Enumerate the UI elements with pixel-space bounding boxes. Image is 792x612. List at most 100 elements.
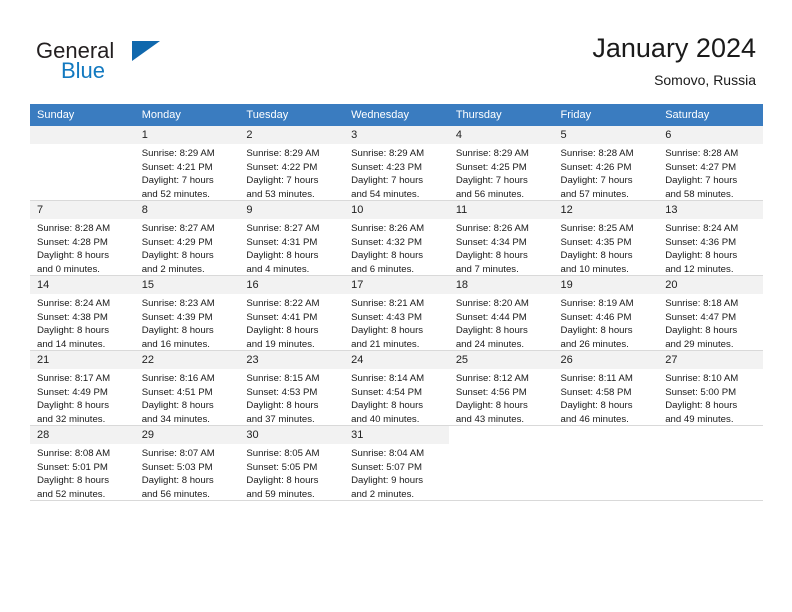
daylight-text-line1: Daylight: 7 hours [665, 175, 738, 187]
calendar-day-cell[interactable] [30, 126, 135, 201]
calendar-day-cell[interactable]: 7 Sunrise: 8:28 AM Sunset: 4:28 PM Dayli… [30, 201, 135, 276]
calendar-week-row: 7 Sunrise: 8:28 AM Sunset: 4:28 PM Dayli… [30, 201, 763, 276]
sunrise-text: Sunrise: 8:21 AM [351, 298, 425, 309]
sunset-text: Sunset: 5:01 PM [37, 461, 108, 473]
calendar-week-row: 14 Sunrise: 8:24 AM Sunset: 4:38 PM Dayl… [30, 276, 763, 351]
daylight-text-line1: Daylight: 8 hours [665, 325, 738, 337]
calendar-day-cell[interactable]: 13 Sunrise: 8:24 AM Sunset: 4:36 PM Dayl… [658, 201, 763, 276]
calendar-day-cell[interactable]: 20 Sunrise: 8:18 AM Sunset: 4:47 PM Dayl… [658, 276, 763, 351]
calendar-day-cell[interactable]: 24 Sunrise: 8:14 AM Sunset: 4:54 PM Dayl… [344, 351, 449, 426]
calendar-day-cell[interactable]: 27 Sunrise: 8:10 AM Sunset: 5:00 PM Dayl… [658, 351, 763, 426]
daylight-text-line2: and 52 minutes. [37, 488, 106, 500]
daylight-text-line2: and 26 minutes. [560, 338, 629, 350]
calendar-day-cell[interactable]: 23 Sunrise: 8:15 AM Sunset: 4:53 PM Dayl… [239, 351, 345, 426]
sunrise-text: Sunrise: 8:27 AM [246, 223, 320, 234]
sunrise-text: Sunrise: 8:05 AM [246, 448, 320, 459]
sunrise-text: Sunrise: 8:29 AM [351, 148, 425, 159]
sunrise-text: Sunrise: 8:26 AM [455, 223, 529, 234]
sunset-text: Sunset: 4:31 PM [246, 236, 318, 248]
daylight-text-line2: and 56 minutes. [455, 188, 525, 200]
calendar-day-cell[interactable]: 19 Sunrise: 8:19 AM Sunset: 4:46 PM Dayl… [553, 276, 659, 351]
calendar-day-cell[interactable]: 11 Sunrise: 8:26 AM Sunset: 4:34 PM Dayl… [448, 201, 554, 276]
calendar-day-cell[interactable]: 4 Sunrise: 8:29 AM Sunset: 4:25 PM Dayli… [448, 126, 554, 201]
sunset-text: Sunset: 4:35 PM [560, 236, 632, 248]
calendar-day-cell[interactable]: 9 Sunrise: 8:27 AM Sunset: 4:31 PM Dayli… [239, 201, 345, 276]
daylight-text-line2: and 52 minutes. [141, 188, 210, 200]
sunset-text: Sunset: 4:23 PM [351, 161, 423, 173]
calendar-day-cell[interactable]: 18 Sunrise: 8:20 AM Sunset: 4:44 PM Dayl… [448, 276, 554, 351]
calendar-day-cell-empty [448, 426, 554, 501]
day-number: 21 [30, 351, 135, 369]
calendar-day-cell[interactable]: 21 Sunrise: 8:17 AM Sunset: 4:49 PM Dayl… [30, 351, 135, 426]
calendar-day-cell[interactable]: 10 Sunrise: 8:26 AM Sunset: 4:32 PM Dayl… [344, 201, 449, 276]
sunset-text: Sunset: 4:46 PM [560, 311, 632, 323]
daylight-text-line2: and 54 minutes. [351, 188, 420, 200]
daylight-text-line2: and 53 minutes. [246, 188, 315, 200]
daylight-text-line1: Daylight: 8 hours [246, 475, 319, 487]
daylight-text-line1: Daylight: 8 hours [37, 400, 109, 412]
sunset-text: Sunset: 4:29 PM [141, 236, 213, 248]
daylight-text-line1: Daylight: 8 hours [351, 400, 424, 412]
daylight-text-line1: Daylight: 8 hours [246, 325, 319, 337]
sunrise-text: Sunrise: 8:26 AM [351, 223, 425, 234]
calendar-day-cell[interactable]: 14 Sunrise: 8:24 AM Sunset: 4:38 PM Dayl… [30, 276, 135, 351]
day-number: 19 [553, 276, 659, 294]
calendar-day-cell[interactable]: 25 Sunrise: 8:12 AM Sunset: 4:56 PM Dayl… [448, 351, 554, 426]
daylight-text-line2: and 46 minutes. [560, 413, 629, 425]
day-number: 30 [239, 426, 345, 444]
weekday-header-monday: Monday [134, 104, 240, 126]
calendar-day-cell[interactable]: 16 Sunrise: 8:22 AM Sunset: 4:41 PM Dayl… [239, 276, 345, 351]
weekday-header-wednesday: Wednesday [344, 104, 449, 126]
sunrise-text: Sunrise: 8:17 AM [37, 373, 111, 384]
day-details: Sunrise: 8:24 AM Sunset: 4:36 PM Dayligh… [658, 219, 763, 276]
day-number: 2 [239, 126, 345, 144]
sunset-text: Sunset: 4:28 PM [37, 236, 108, 248]
calendar-day-cell[interactable]: 2 Sunrise: 8:29 AM Sunset: 4:22 PM Dayli… [239, 126, 345, 201]
daylight-text-line2: and 56 minutes. [141, 488, 210, 500]
logo-triangle-icon [132, 41, 160, 61]
calendar-day-cell[interactable]: 17 Sunrise: 8:21 AM Sunset: 4:43 PM Dayl… [344, 276, 449, 351]
sunrise-text: Sunrise: 8:28 AM [665, 148, 739, 159]
calendar-day-cell[interactable]: 29 Sunrise: 8:07 AM Sunset: 5:03 PM Dayl… [134, 426, 240, 501]
calendar-day-cell-empty [658, 426, 763, 501]
calendar-day-cell[interactable]: 28 Sunrise: 8:08 AM Sunset: 5:01 PM Dayl… [30, 426, 135, 501]
calendar-day-cell[interactable]: 31 Sunrise: 8:04 AM Sunset: 5:07 PM Dayl… [344, 426, 449, 501]
page-title: January 2024 [592, 33, 756, 63]
sunset-text: Sunset: 4:27 PM [665, 161, 737, 173]
sunrise-text: Sunrise: 8:12 AM [455, 373, 529, 384]
calendar-page: General Blue January 2024 Somovo, Russia… [0, 0, 792, 612]
calendar-day-cell[interactable]: 5 Sunrise: 8:28 AM Sunset: 4:26 PM Dayli… [553, 126, 659, 201]
daylight-text-line1: Daylight: 7 hours [246, 175, 319, 187]
daylight-text-line1: Daylight: 8 hours [351, 250, 424, 262]
sunset-text: Sunset: 4:54 PM [351, 386, 423, 398]
sunset-text: Sunset: 4:39 PM [141, 311, 213, 323]
sunset-text: Sunset: 5:03 PM [141, 461, 213, 473]
calendar-day-cell[interactable]: 3 Sunrise: 8:29 AM Sunset: 4:23 PM Dayli… [344, 126, 449, 201]
calendar-day-cell[interactable]: 15 Sunrise: 8:23 AM Sunset: 4:39 PM Dayl… [134, 276, 240, 351]
sunset-text: Sunset: 4:44 PM [455, 311, 527, 323]
sunrise-text: Sunrise: 8:24 AM [665, 223, 739, 234]
calendar-day-cell[interactable]: 22 Sunrise: 8:16 AM Sunset: 4:51 PM Dayl… [134, 351, 240, 426]
calendar-day-cell[interactable]: 6 Sunrise: 8:28 AM Sunset: 4:27 PM Dayli… [658, 126, 763, 201]
sunrise-text: Sunrise: 8:29 AM [141, 148, 215, 159]
day-number [448, 426, 554, 444]
day-number [553, 426, 659, 444]
day-number: 16 [239, 276, 345, 294]
sunrise-text: Sunrise: 8:10 AM [665, 373, 739, 384]
calendar-day-cell[interactable]: 26 Sunrise: 8:11 AM Sunset: 4:58 PM Dayl… [553, 351, 659, 426]
calendar-day-cell[interactable]: 8 Sunrise: 8:27 AM Sunset: 4:29 PM Dayli… [134, 201, 240, 276]
daylight-text-line2: and 12 minutes. [665, 263, 734, 275]
calendar-day-cell[interactable]: 12 Sunrise: 8:25 AM Sunset: 4:35 PM Dayl… [553, 201, 659, 276]
sunrise-text: Sunrise: 8:27 AM [141, 223, 215, 234]
daylight-text-line1: Daylight: 8 hours [560, 325, 633, 337]
day-details: Sunrise: 8:16 AM Sunset: 4:51 PM Dayligh… [135, 369, 240, 426]
calendar-day-cell[interactable]: 1 Sunrise: 8:29 AM Sunset: 4:21 PM Dayli… [134, 126, 240, 201]
day-number [658, 426, 763, 444]
daylight-text-line1: Daylight: 8 hours [37, 325, 109, 337]
daylight-text-line1: Daylight: 8 hours [455, 400, 528, 412]
day-number: 9 [239, 201, 345, 219]
day-details: Sunrise: 8:29 AM Sunset: 4:25 PM Dayligh… [449, 144, 554, 201]
day-details: Sunrise: 8:22 AM Sunset: 4:41 PM Dayligh… [239, 294, 344, 351]
calendar-day-cell[interactable]: 30 Sunrise: 8:05 AM Sunset: 5:05 PM Dayl… [239, 426, 345, 501]
day-details [30, 144, 135, 147]
